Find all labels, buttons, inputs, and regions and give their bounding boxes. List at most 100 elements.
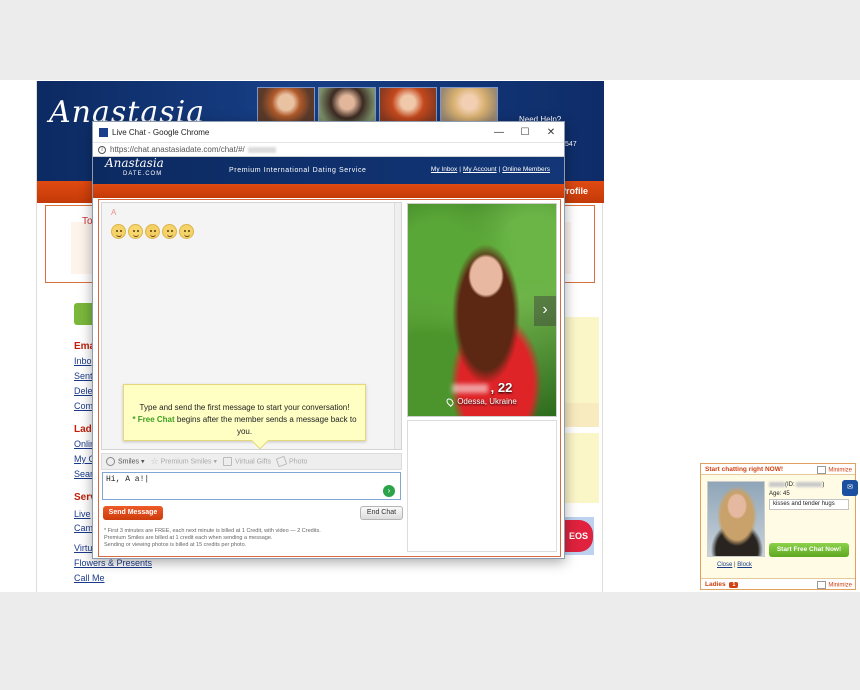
widget-footer-minimize-button[interactable]: Minimize <box>817 581 852 589</box>
free-chat-label: * Free Chat <box>132 415 175 424</box>
smiles-menu[interactable]: Smiles ▾ <box>106 457 144 466</box>
smiley-icon[interactable] <box>111 224 126 239</box>
link-flowers-presents[interactable]: Flowers & Presents <box>74 558 152 568</box>
chat-header-links: My Inbox | My Account | Online Members <box>431 166 550 173</box>
premium-smiles-label: Premium Smiles <box>160 458 212 466</box>
link-sent[interactable]: Sent <box>74 371 93 381</box>
kiss-heart-smiley-icon[interactable] <box>145 224 160 239</box>
profile-age: , 22 <box>490 380 513 395</box>
window-titlebar[interactable]: Live Chat - Google Chrome — ☐ ✕ <box>93 122 564 142</box>
link-virtual-gifts[interactable]: Virtu <box>74 543 92 553</box>
widget-block-link[interactable]: Block <box>737 562 752 568</box>
url-text: https://chat.anastasiadate.com/chat/#/ <box>110 145 245 154</box>
header-photo[interactable] <box>257 87 315 125</box>
info-icon[interactable]: i <box>98 145 106 154</box>
end-chat-button[interactable]: End Chat <box>360 506 403 520</box>
header-photo[interactable] <box>440 87 498 125</box>
tip-line-1: Type and send the first message to start… <box>139 403 350 412</box>
conversation-scrollbar[interactable] <box>394 203 401 449</box>
right-yellow-panel <box>565 403 599 427</box>
widget-member-id: (ID: ) <box>769 482 824 488</box>
profile-photo[interactable]: › , 22 Odessa, Ukraine <box>407 203 557 417</box>
send-arrow-icon[interactable]: › <box>383 485 395 497</box>
profile-location: Odessa, Ukraine <box>408 396 556 407</box>
chat-logo[interactable]: Anastasia DATE.COM <box>105 156 164 180</box>
videos-button[interactable]: EOS <box>565 520 593 552</box>
smiley-outline-icon <box>106 457 115 466</box>
conversation-area[interactable]: A Type and send the first message to sta… <box>101 202 402 450</box>
address-bar[interactable]: i https://chat.anastasiadate.com/chat/#/ <box>93 142 564 157</box>
link-deleted[interactable]: Dele <box>74 386 93 396</box>
kiss-smiley-icon[interactable] <box>128 224 143 239</box>
right-yellow-panel <box>565 433 599 503</box>
widget-ladies-label: Ladies <box>705 581 726 588</box>
link-separator: | <box>459 166 461 173</box>
widget-id-close: ) <box>822 482 825 489</box>
window-controls: — ☐ ✕ <box>486 122 564 142</box>
widget-member-message: kisses and tender hugs <box>769 499 849 510</box>
star-icon: ☆ <box>150 456 159 466</box>
online-members-link[interactable]: Online Members <box>502 166 550 173</box>
next-photo-icon[interactable]: › <box>534 296 556 326</box>
fineprint-line: * First 3 minutes are FREE, each next mi… <box>104 528 321 534</box>
header-photo[interactable] <box>318 87 376 125</box>
widget-links: Close | Block <box>717 562 752 568</box>
profile-city: Odessa, Ukraine <box>457 397 517 406</box>
smiley-icon[interactable] <box>162 224 177 239</box>
widget-member-age: Age: 45 <box>769 491 790 497</box>
virtual-gifts-label: Virtual Gifts <box>234 458 272 466</box>
header-photo[interactable] <box>379 87 437 125</box>
billing-fineprint: * First 3 minutes are FREE, each next mi… <box>104 528 404 549</box>
chat-bubble-icon[interactable]: ✉ <box>842 480 858 496</box>
photo-label: Photo <box>289 458 308 466</box>
widget-ladies-count: 1 <box>729 582 739 588</box>
widget-header: Start chatting right NOW! Minimize <box>701 464 855 475</box>
maximize-icon[interactable]: ☐ <box>512 122 538 142</box>
send-message-button[interactable]: Send Message <box>103 506 163 520</box>
link-compose[interactable]: Com <box>74 401 93 411</box>
chat-logo-main: Anastasia <box>105 156 164 170</box>
gift-icon <box>222 457 232 466</box>
tip-line-2-text: begins after the member sends a message … <box>174 415 357 436</box>
link-call-me[interactable]: Call Me <box>74 573 105 583</box>
notice-to-label: To <box>82 216 93 227</box>
minimize-icon[interactable]: — <box>486 122 512 142</box>
link-inbox[interactable]: Inbo <box>74 356 92 366</box>
widget-close-link[interactable]: Close <box>717 562 732 568</box>
conversation-partner-name: A <box>111 208 117 217</box>
chat-logo-sub: DATE.COM <box>123 171 163 177</box>
profile-details-panel <box>407 420 557 552</box>
first-message-tip: Type and send the first message to start… <box>123 384 366 450</box>
widget-minimize-button[interactable]: Minimize <box>817 466 852 474</box>
photo-button[interactable]: Photo <box>275 455 308 468</box>
chat-tagline: Premium International Dating Service <box>229 167 367 174</box>
link-cam-share[interactable]: Cam <box>74 523 93 533</box>
link-search[interactable]: Sear <box>74 469 93 479</box>
message-input[interactable]: Hi, A a!| <box>102 472 401 500</box>
right-yellow-panel <box>565 317 599 403</box>
profile-name-age: , 22 <box>408 380 556 395</box>
url-redacted <box>247 146 276 153</box>
widget-header-title: Start chatting right NOW! <box>705 466 783 473</box>
chat-body: A Type and send the first message to sta… <box>98 199 561 557</box>
widget-footer: Ladies 1 Minimize <box>701 578 855 589</box>
phone-number: 547 <box>565 141 577 148</box>
widget-link-separator: | <box>734 562 736 568</box>
link-separator: | <box>498 166 501 173</box>
chat-header: Anastasia DATE.COM Premium International… <box>93 157 564 184</box>
live-chat-window: Live Chat - Google Chrome — ☐ ✕ i https:… <box>92 121 565 559</box>
widget-member-photo[interactable] <box>707 481 765 557</box>
chat-nav-bar <box>93 184 564 198</box>
fineprint-line: Sending or viewing photos is billed at 1… <box>104 542 247 548</box>
virtual-gifts-button[interactable]: Virtual Gifts <box>222 457 272 466</box>
my-inbox-link[interactable]: My Inbox <box>431 166 457 173</box>
link-live-chat[interactable]: Live <box>74 509 91 519</box>
premium-smiles-menu[interactable]: ☆ Premium Smiles ▾ <box>150 456 217 467</box>
wink-smiley-icon[interactable] <box>179 224 194 239</box>
location-pin-icon <box>445 396 456 407</box>
premium-smiley-row <box>111 224 194 239</box>
close-icon[interactable]: ✕ <box>538 122 564 142</box>
header-photo-strip <box>257 87 498 125</box>
start-free-chat-button[interactable]: Start Free Chat Now! <box>769 543 849 557</box>
my-account-link[interactable]: My Account <box>463 166 497 173</box>
